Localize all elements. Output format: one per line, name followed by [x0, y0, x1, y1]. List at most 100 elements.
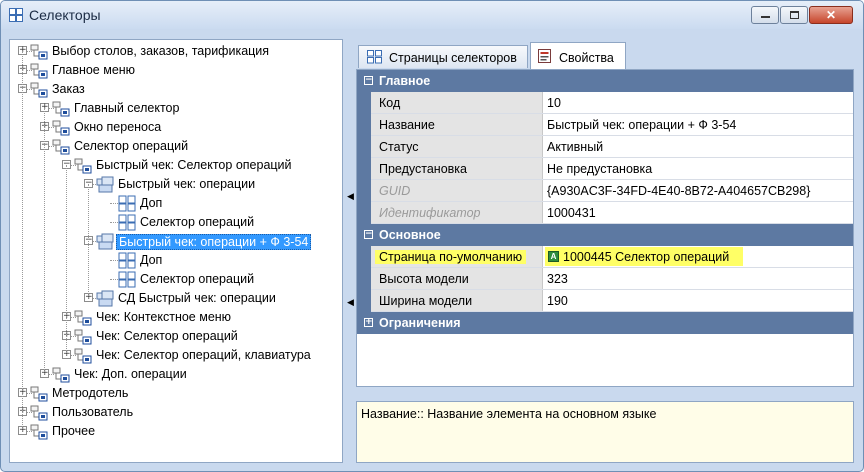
- tree-node-label: Заказ: [52, 82, 85, 96]
- collapse-left-icon[interactable]: ◀: [347, 191, 354, 202]
- property-name-text: Ширина модели: [379, 294, 473, 308]
- tree-node[interactable]: + Чек: Контекстное меню: [10, 308, 340, 327]
- collapse-icon[interactable]: −: [364, 76, 373, 85]
- property-value-text: Не предустановка: [547, 162, 653, 176]
- property-name: Страница по-умолчанию: [371, 246, 543, 267]
- property-row[interactable]: Название Быстрый чек: операции + Ф 3-54: [357, 114, 853, 136]
- tree-node[interactable]: − Быстрый чек: операции: [10, 175, 340, 194]
- folder-node-icon: [30, 386, 48, 402]
- property-row[interactable]: Высота модели 323: [357, 268, 853, 290]
- row-gutter: [357, 158, 371, 180]
- collapse-left-icon[interactable]: ◀: [347, 297, 354, 308]
- row-gutter: [357, 268, 371, 290]
- row-gutter: [357, 290, 371, 312]
- tree-node[interactable]: + Пользователь: [10, 403, 340, 422]
- selector-node-icon: [96, 290, 114, 307]
- category-label: Ограничения: [379, 316, 461, 330]
- property-value-text: 1000431: [547, 206, 596, 220]
- close-button[interactable]: ✕: [809, 6, 853, 24]
- tree-node[interactable]: + Чек: Селектор операций: [10, 327, 340, 346]
- property-row[interactable]: Код 10: [357, 92, 853, 114]
- property-row[interactable]: Статус Активный: [357, 136, 853, 158]
- tree-node[interactable]: Доп: [10, 251, 340, 270]
- category-main[interactable]: − Главное: [357, 70, 853, 92]
- tree-node[interactable]: + Чек: Селектор операций, клавиатура: [10, 346, 340, 365]
- tab-label: Страницы селекторов: [389, 51, 517, 65]
- property-value[interactable]: A 1000445 Селектор операций: [543, 246, 853, 267]
- collapse-icon[interactable]: −: [364, 230, 373, 239]
- window-grid-icon: [9, 8, 23, 22]
- tree-node[interactable]: + Главный селектор: [10, 99, 340, 118]
- property-name-text: Страница по-умолчанию: [375, 250, 527, 264]
- tree-node[interactable]: Селектор операций: [10, 270, 340, 289]
- property-value[interactable]: Активный: [543, 136, 853, 157]
- window-title: Селекторы: [29, 7, 101, 23]
- property-value[interactable]: 10: [543, 92, 853, 113]
- row-gutter: [357, 246, 371, 268]
- selector-node-icon: [96, 233, 114, 250]
- active-page-badge-icon: A: [548, 251, 559, 262]
- tree-node[interactable]: − Заказ: [10, 80, 340, 99]
- tree-guide-line: [44, 108, 45, 374]
- expand-icon[interactable]: +: [364, 318, 373, 327]
- tree-node[interactable]: Доп: [10, 194, 340, 213]
- property-name: Ширина модели: [371, 290, 543, 311]
- property-name-text: Код: [379, 96, 401, 110]
- folder-node-icon: [74, 158, 92, 174]
- tab-label: Свойства: [559, 51, 614, 65]
- description-panel: Название:: Название элемента на основном…: [356, 401, 854, 463]
- grid-node-icon: [118, 271, 136, 288]
- tree-node[interactable]: + Метродотель: [10, 384, 340, 403]
- folder-node-icon: [30, 405, 48, 421]
- folder-node-icon: [74, 348, 92, 364]
- property-value[interactable]: {A930AC3F-34FD-4E40-8B72-A404657CB298}: [543, 180, 853, 201]
- tree-node[interactable]: − Быстрый чек: операции + Ф 3-54: [10, 232, 340, 251]
- tree-node[interactable]: + Главное меню: [10, 61, 340, 80]
- row-gutter: [357, 202, 371, 224]
- folder-node-icon: [30, 44, 48, 60]
- property-value-text: 10: [547, 96, 561, 110]
- property-row[interactable]: Предустановка Не предустановка: [357, 158, 853, 180]
- tree-node[interactable]: Селектор операций: [10, 213, 340, 232]
- category-basic[interactable]: − Основное: [357, 224, 853, 246]
- tree-node[interactable]: + СД Быстрый чек: операции: [10, 289, 340, 308]
- property-grid[interactable]: − Главное Код 10 Название Быстрый чек: операц…: [356, 69, 854, 387]
- property-value[interactable]: 323: [543, 268, 853, 289]
- tree-node[interactable]: + Чек: Доп. операции: [10, 365, 340, 384]
- row-gutter: [357, 114, 371, 136]
- tree-node[interactable]: + Прочее: [10, 422, 340, 441]
- property-row[interactable]: GUID {A930AC3F-34FD-4E40-8B72-A404657CB29…: [357, 180, 853, 202]
- tree-node[interactable]: + Окно переноса: [10, 118, 340, 137]
- tree-node-label: Быстрый чек: операции: [118, 177, 256, 191]
- pages-icon: [367, 50, 382, 64]
- tab-properties[interactable]: Свойства: [530, 42, 626, 70]
- tree-node[interactable]: − Селектор операций: [10, 137, 340, 156]
- tree-node-label: Селектор операций: [140, 215, 255, 229]
- folder-node-icon: [52, 367, 70, 383]
- selector-tree[interactable]: + Выбор столов, заказов, тарификация + Глав…: [9, 39, 343, 463]
- tree-node-label: СД Быстрый чек: операции: [118, 291, 276, 305]
- property-row[interactable]: Ширина модели 190: [357, 290, 853, 312]
- tree-node[interactable]: − Быстрый чек: Селектор операций: [10, 156, 340, 175]
- title-bar[interactable]: Селекторы ✕: [1, 1, 863, 29]
- tree-node[interactable]: + Выбор столов, заказов, тарификация: [10, 42, 340, 61]
- tab-selector-pages[interactable]: Страницы селекторов: [358, 45, 528, 68]
- tree-guide-line: [88, 184, 89, 298]
- panel-splitter[interactable]: ◀ ◀: [345, 39, 355, 463]
- property-row[interactable]: Страница по-умолчанию A 1000445 Селектор о…: [357, 246, 853, 268]
- property-name-text: Идентификатор: [379, 206, 481, 220]
- property-value[interactable]: Быстрый чек: операции + Ф 3-54: [543, 114, 853, 135]
- property-value[interactable]: Не предустановка: [543, 158, 853, 179]
- category-restrictions[interactable]: + Ограничения: [357, 312, 853, 334]
- minimize-button[interactable]: [751, 6, 779, 24]
- property-row[interactable]: Идентификатор 1000431: [357, 202, 853, 224]
- folder-node-icon: [30, 63, 48, 79]
- tree-node-label: Селектор операций: [140, 272, 255, 286]
- category-label: Основное: [379, 228, 441, 242]
- property-value-text: Быстрый чек: операции + Ф 3-54: [547, 118, 737, 132]
- property-value-text: 323: [547, 272, 568, 286]
- property-value[interactable]: 1000431: [543, 202, 853, 223]
- tree-node-label: Чек: Селектор операций: [96, 329, 238, 343]
- property-value[interactable]: 190: [543, 290, 853, 311]
- maximize-button[interactable]: [780, 6, 808, 24]
